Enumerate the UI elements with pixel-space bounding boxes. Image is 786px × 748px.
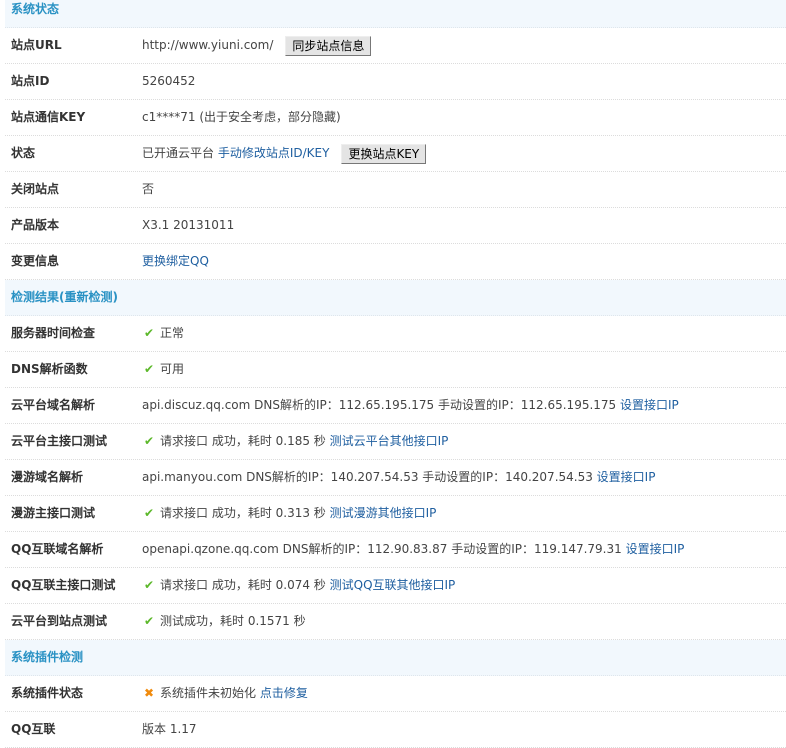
row-value: 已开通云平台 手动修改站点ID/KEY 更换站点KEY xyxy=(142,136,427,171)
value-text: 否 xyxy=(142,182,155,196)
row-value: ✔ 请求接口 成功，耗时 0.313 秒 测试漫游其他接口IP xyxy=(142,496,436,531)
cloud-status-panel: 系统状态 站点URL http://www.yiuni.com/同步站点信息 站点ID… xyxy=(0,0,786,748)
table-row: 关闭站点 否 xyxy=(5,172,786,208)
check-icon: ✔ xyxy=(143,326,155,340)
row-label: 云平台主接口测试 xyxy=(11,434,108,448)
action-button[interactable]: 同步站点信息 xyxy=(285,35,372,56)
value-text: 请求接口 成功，耗时 0.185 秒 xyxy=(160,434,330,448)
table-row: 漫游域名解析 api.manyou.com DNS解析的IP：140.207.54… xyxy=(5,460,786,496)
row-value: ✔ 请求接口 成功，耗时 0.185 秒 测试云平台其他接口IP xyxy=(142,424,448,459)
row-label: 服务器时间检查 xyxy=(11,326,96,340)
row-label: 站点通信KEY xyxy=(11,110,86,124)
action-link[interactable]: 测试QQ互联其他接口IP xyxy=(330,568,456,603)
row-value: ✖ 系统插件未初始化 点击修复 xyxy=(142,676,308,711)
table-row: 站点通信KEY c1****71 (出于安全考虑，部分隐藏) xyxy=(5,100,786,136)
row-value: c1****71 (出于安全考虑，部分隐藏) xyxy=(142,100,341,135)
row-label: 变更信息 xyxy=(11,254,60,268)
action-link[interactable]: 测试云平台其他接口IP xyxy=(330,424,449,459)
table-row: 站点ID 5260452 xyxy=(5,64,786,100)
table-row: DNS解析函数 ✔ 可用 xyxy=(5,352,786,388)
table-row: 云平台主接口测试 ✔ 请求接口 成功，耗时 0.185 秒 测试云平台其他接口IP xyxy=(5,424,786,460)
action-button[interactable]: 更换站点KEY xyxy=(341,143,427,164)
row-label: 站点URL xyxy=(11,38,62,52)
section-header[interactable]: 检测结果(重新检测) xyxy=(5,280,786,316)
check-icon: ✔ xyxy=(143,578,155,592)
row-value: openapi.qzone.qq.com DNS解析的IP：112.90.83.… xyxy=(142,532,684,567)
row-value: ✔ 测试成功，耗时 0.1571 秒 xyxy=(142,604,306,639)
table-row: 云平台域名解析 api.discuz.qq.com DNS解析的IP：112.65… xyxy=(5,388,786,424)
action-link[interactable]: 点击修复 xyxy=(260,676,308,711)
row-label: 状态 xyxy=(11,146,36,160)
row-value: ✔ 可用 xyxy=(142,352,184,387)
table-row: 产品版本 X3.1 20131011 xyxy=(5,208,786,244)
value-text: 可用 xyxy=(160,362,185,376)
row-value: api.manyou.com DNS解析的IP：140.207.54.53 手动… xyxy=(142,460,655,495)
action-link[interactable]: 更换绑定QQ xyxy=(142,244,209,279)
value-text: 版本 1.17 xyxy=(142,722,197,736)
row-value: 更换绑定QQ xyxy=(142,244,209,279)
table-row: 变更信息 更换绑定QQ xyxy=(5,244,786,280)
action-link[interactable]: 设置接口IP xyxy=(597,460,656,495)
value-text: openapi.qzone.qq.com DNS解析的IP：112.90.83.… xyxy=(142,542,626,556)
row-value: X3.1 20131011 xyxy=(142,208,234,243)
check-icon: ✔ xyxy=(143,362,155,376)
row-value: ✔ 请求接口 成功，耗时 0.074 秒 测试QQ互联其他接口IP xyxy=(142,568,455,603)
table-row: QQ互联域名解析 openapi.qzone.qq.com DNS解析的IP：11… xyxy=(5,532,786,568)
table-row: QQ互联主接口测试 ✔ 请求接口 成功，耗时 0.074 秒 测试QQ互联其他接口I… xyxy=(5,568,786,604)
row-label: 漫游主接口测试 xyxy=(11,506,96,520)
cross-icon: ✖ xyxy=(143,686,155,700)
row-label: 云平台域名解析 xyxy=(11,398,96,412)
value-text: 已开通云平台 xyxy=(142,146,218,160)
value-text: 测试成功，耗时 0.1571 秒 xyxy=(160,614,306,628)
value-text: 正常 xyxy=(160,326,185,340)
value-text: c1****71 (出于安全考虑，部分隐藏) xyxy=(142,110,341,124)
table-row: 云平台到站点测试 ✔ 测试成功，耗时 0.1571 秒 xyxy=(5,604,786,640)
row-value: ✔ 正常 xyxy=(142,316,184,351)
row-label: 系统插件状态 xyxy=(11,686,84,700)
table-row: 站点URL http://www.yiuni.com/同步站点信息 xyxy=(5,28,786,64)
value-text: 系统插件未初始化 xyxy=(160,686,260,700)
table-row: 漫游主接口测试 ✔ 请求接口 成功，耗时 0.313 秒 测试漫游其他接口IP xyxy=(5,496,786,532)
row-label: QQ互联域名解析 xyxy=(11,542,104,556)
action-link[interactable]: 测试漫游其他接口IP xyxy=(330,496,437,531)
table-row: 系统插件状态 ✖ 系统插件未初始化 点击修复 xyxy=(5,676,786,712)
row-value: http://www.yiuni.com/同步站点信息 xyxy=(142,28,372,63)
table-row: 服务器时间检查 ✔ 正常 xyxy=(5,316,786,352)
row-label: 产品版本 xyxy=(11,218,60,232)
check-icon: ✔ xyxy=(143,434,155,448)
check-icon: ✔ xyxy=(143,614,155,628)
row-label: QQ互联 xyxy=(11,722,56,736)
section-header: 系统插件检测 xyxy=(5,640,786,676)
row-label: 漫游域名解析 xyxy=(11,470,84,484)
row-label: QQ互联主接口测试 xyxy=(11,578,116,592)
value-text: api.discuz.qq.com DNS解析的IP：112.65.195.17… xyxy=(142,398,620,412)
action-link[interactable]: 手动修改站点ID/KEY xyxy=(218,136,330,171)
value-text: 5260452 xyxy=(142,74,196,88)
table-row: 状态 已开通云平台 手动修改站点ID/KEY 更换站点KEY xyxy=(5,136,786,172)
row-value: 版本 1.17 xyxy=(142,712,197,747)
value-text: 请求接口 成功，耗时 0.313 秒 xyxy=(160,506,330,520)
row-value: api.discuz.qq.com DNS解析的IP：112.65.195.17… xyxy=(142,388,679,423)
value-text: 请求接口 成功，耗时 0.074 秒 xyxy=(160,578,330,592)
row-label: DNS解析函数 xyxy=(11,362,88,376)
value-text: api.manyou.com DNS解析的IP：140.207.54.53 手动… xyxy=(142,470,597,484)
value-text: X3.1 20131011 xyxy=(142,218,235,232)
row-label: 关闭站点 xyxy=(11,182,60,196)
section-header: 系统状态 xyxy=(5,0,786,28)
row-value: 否 xyxy=(142,172,154,207)
row-label: 站点ID xyxy=(11,74,50,88)
value-text: http://www.yiuni.com/ xyxy=(142,38,274,52)
check-icon: ✔ xyxy=(143,506,155,520)
action-link[interactable]: 设置接口IP xyxy=(626,532,685,567)
action-link[interactable]: 设置接口IP xyxy=(620,388,679,423)
row-value: 5260452 xyxy=(142,64,195,99)
row-label: 云平台到站点测试 xyxy=(11,614,108,628)
